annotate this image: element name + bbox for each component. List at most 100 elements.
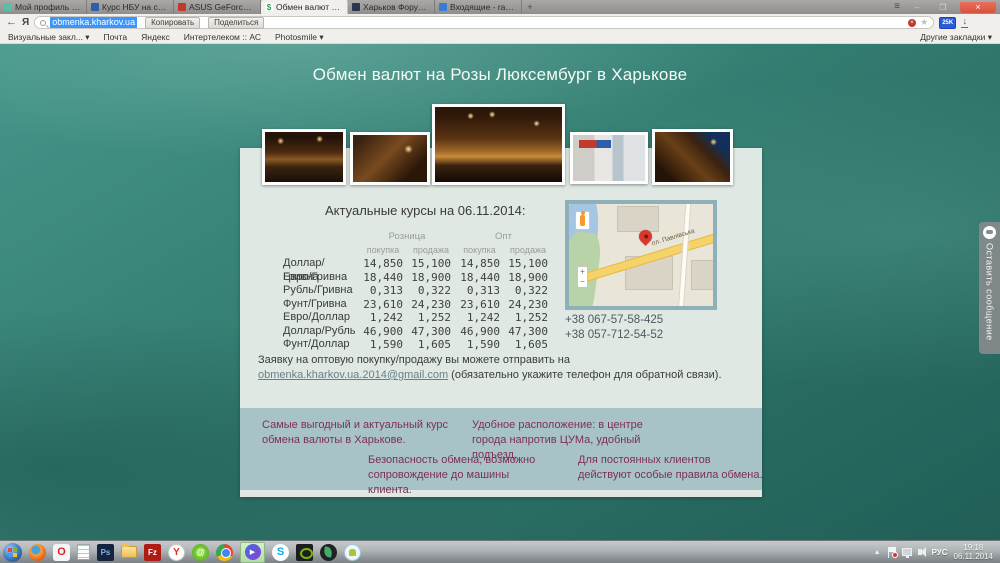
browser-toolbar: ← Я obmenka.kharkov.ua Копировать Подели… — [0, 14, 1000, 31]
icq-icon[interactable]: @ — [192, 544, 209, 561]
close-button[interactable]: × — [960, 2, 996, 13]
rate-value: 15,100 — [504, 257, 552, 271]
zoom-out-button[interactable]: − — [578, 277, 587, 287]
storefront-photo-1[interactable] — [262, 129, 346, 185]
bookmark-yandex[interactable]: Яндекс — [141, 32, 170, 42]
rates-col-header: покупка — [455, 244, 504, 258]
clock-time: 19:18 — [954, 543, 993, 553]
tab-olx[interactable]: Мой профиль - OLX — [0, 0, 87, 14]
rate-value: 15,100 — [407, 257, 455, 271]
bookmark-mail[interactable]: Почта — [104, 32, 128, 42]
alert-badge — [892, 552, 898, 558]
maximize-button[interactable]: ❐ — [934, 3, 952, 12]
location-map[interactable]: пл. Павлівська + − — [565, 200, 717, 310]
zoom-in-button[interactable]: + — [578, 267, 587, 277]
phone-number: +38 067-57-58-425 — [565, 314, 663, 326]
map-side-road — [676, 204, 691, 306]
kmplayer-active-slot[interactable]: ▶ — [240, 542, 265, 563]
rates-heading: Актуальные курсы на 06.11.2014: — [325, 203, 526, 218]
bookmark-star-icon[interactable]: ★ — [920, 18, 928, 27]
tray-expand-icon[interactable]: ▲ — [874, 549, 881, 556]
search-icon — [40, 20, 46, 26]
opera-icon[interactable]: O — [53, 544, 70, 561]
other-bookmarks-button[interactable]: Другие закладки ▾ — [920, 32, 992, 43]
speaker-icon[interactable] — [918, 549, 922, 555]
clock[interactable]: 19:18 06.11.2014 — [954, 543, 993, 562]
blocked-content-icon[interactable] — [908, 19, 916, 27]
downloads-icon[interactable]: ↓ — [961, 17, 968, 28]
wholesale-request-text: Заявку на оптовую покупку/продажу вы мож… — [258, 353, 744, 383]
tab-asus[interactable]: ASUS GeForce GTX 6 — [174, 0, 261, 14]
tab-nbu[interactable]: Курс НБУ на сегодня — [87, 0, 174, 14]
menu-icon[interactable]: ≡ — [894, 2, 900, 12]
pegman-control-icon[interactable] — [575, 211, 590, 230]
nvidia-geforce-icon[interactable] — [296, 544, 313, 561]
feedback-widget-tab[interactable]: Оставить сообщение — [979, 222, 1000, 354]
tab-obmenka-active[interactable]: $ Обмен валют на Ро — [261, 0, 348, 14]
tab-mail[interactable]: Входящие - raspro — [435, 0, 522, 14]
storefront-photo-main[interactable] — [432, 104, 565, 185]
bookmark-intertelecom[interactable]: Интертелеком :: АС — [184, 32, 261, 42]
storefront-photo-5[interactable] — [652, 129, 733, 185]
extension-counter-icon[interactable]: 25K — [939, 17, 956, 29]
rates-group-wholesale: Опт — [455, 230, 552, 244]
rate-pair: Евро/Доллар — [283, 311, 359, 325]
rate-value: 18,900 — [407, 271, 455, 285]
forum-favicon-icon — [352, 3, 360, 11]
bookmark-photosmile[interactable]: Photosmile ▾ — [275, 32, 324, 43]
email-link[interactable]: obmenka.kharkov.ua.2014@gmail.com — [258, 369, 448, 381]
share-button[interactable]: Поделиться — [208, 17, 264, 29]
chrome-icon[interactable] — [216, 544, 233, 561]
tab-bar: Мой профиль - OLX Курс НБУ на сегодня AS… — [0, 0, 1000, 14]
skype-icon[interactable]: S — [272, 544, 289, 561]
action-center-flag-icon[interactable] — [887, 547, 896, 558]
yandex-browser-icon[interactable]: Y — [168, 544, 185, 561]
address-url-selected[interactable]: obmenka.kharkov.ua — [50, 17, 137, 28]
start-button-icon[interactable] — [3, 543, 22, 562]
minimize-button[interactable]: – — [908, 3, 926, 12]
storefront-photo-4[interactable] — [570, 132, 648, 184]
notepad-icon[interactable] — [77, 544, 90, 560]
android-icon[interactable] — [344, 544, 361, 561]
rate-value: 1,590 — [359, 338, 407, 352]
footer-note-best-rate: Самые выгодный и актуальный курс обмена … — [262, 418, 452, 448]
explorer-folder-icon[interactable] — [121, 546, 137, 558]
firefox-icon[interactable] — [29, 544, 46, 561]
yandex-icon[interactable]: Я — [22, 17, 29, 28]
tab-forum[interactable]: Харьков Форум - От — [348, 0, 435, 14]
rate-value: 47,300 — [504, 325, 552, 339]
photoshop-icon[interactable]: Ps — [97, 544, 114, 561]
tab-label: Харьков Форум - От — [363, 2, 430, 12]
request-text-before: Заявку на оптовую покупку/продажу вы мож… — [258, 354, 570, 366]
rate-value: 1,605 — [504, 338, 552, 352]
rate-value: 18,440 — [359, 271, 407, 285]
back-icon[interactable]: ← — [6, 17, 17, 28]
footer-band: Самые выгодный и актуальный курс обмена … — [240, 408, 762, 490]
asus-favicon-icon — [178, 3, 186, 11]
copy-button[interactable]: Копировать — [145, 17, 200, 29]
rate-value: 0,313 — [455, 284, 504, 298]
page-title: Обмен валют на Розы Люксембург в Харьков… — [0, 65, 1000, 85]
language-indicator[interactable]: РУС — [932, 548, 948, 557]
map-building — [691, 260, 713, 290]
rate-pair: Доллар/Рубль — [283, 325, 359, 339]
address-bar[interactable]: obmenka.kharkov.ua Копировать Поделиться… — [34, 16, 934, 29]
rate-pair: Рубль/Гривна — [283, 284, 359, 298]
rate-value: 24,230 — [407, 298, 455, 312]
tab-label: Мой профиль - OLX — [15, 2, 82, 12]
new-tab-button[interactable]: + — [522, 0, 538, 14]
midori-icon[interactable] — [320, 544, 337, 561]
network-icon[interactable] — [902, 548, 912, 556]
map-canvas[interactable]: пл. Павлівська + − — [569, 204, 713, 306]
rate-pair: Доллар/Гривна — [283, 257, 359, 271]
map-zoom-control[interactable]: + − — [577, 266, 588, 288]
footer-note-regular-clients: Для постоянных клиентов действуют особые… — [578, 453, 763, 483]
rate-value: 1,242 — [455, 311, 504, 325]
bookmark-visual[interactable]: Визуальные закл... ▾ — [8, 32, 90, 43]
rate-value: 1,252 — [504, 311, 552, 325]
rate-value: 18,900 — [504, 271, 552, 285]
storefront-photo-2[interactable] — [350, 132, 430, 185]
tabbar-right-controls: ≡ – ❐ × — [894, 0, 1000, 14]
filezilla-icon[interactable]: Fz — [144, 544, 161, 561]
tab-label: ASUS GeForce GTX 6 — [189, 2, 256, 12]
